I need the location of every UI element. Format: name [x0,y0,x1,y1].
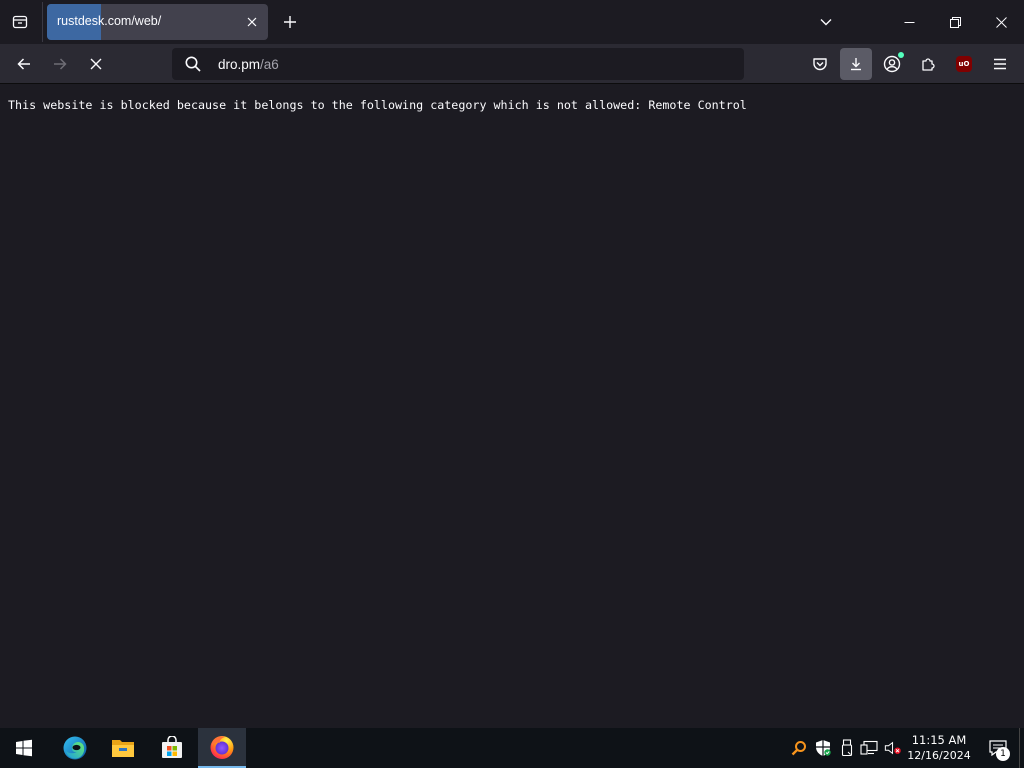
restore-button[interactable] [932,0,978,44]
close-window-button[interactable] [978,0,1024,44]
pocket-icon [813,58,827,71]
search-icon [185,56,201,72]
tray-security-icon[interactable] [814,738,832,758]
stop-loading-button[interactable] [80,48,112,80]
new-tab-button[interactable] [274,6,306,38]
store-icon [162,736,182,758]
download-icon [851,58,861,71]
downloads-button[interactable] [840,48,872,80]
firefox-icon [210,736,234,759]
ublock-icon: uO [956,56,972,72]
stop-icon [90,58,102,70]
windows-logo-icon [16,739,32,757]
chevron-down-icon [820,19,832,26]
hamburger-menu-icon [994,58,1006,70]
plus-icon [284,16,296,28]
notification-count-badge: 1 [996,747,1010,761]
account-icon [883,55,901,73]
extensions-button[interactable] [912,48,944,80]
page-content: This website is blocked because it belon… [0,85,1024,728]
tab-strip: rustdesk.com/web/ [0,0,1024,44]
arrow-left-icon [17,58,30,70]
url-host: dro.pm [218,57,261,72]
taskbar-firefox[interactable] [198,728,246,768]
tab-separator [42,2,43,42]
notification-center-button[interactable]: 1 [978,728,1018,768]
edge-icon [63,736,87,760]
usb-drive-icon [841,739,853,757]
taskbar-clock[interactable]: 11:15 AM 12/16/2024 [906,732,972,764]
clock-date: 12/16/2024 [907,749,971,762]
tray-network-icon[interactable] [860,738,878,758]
taskbar-edge[interactable] [51,728,99,768]
firefox-view-button[interactable] [4,6,36,38]
app-menu-button[interactable] [984,48,1016,80]
close-icon [995,16,1007,28]
tray-search-icon[interactable] [790,738,808,758]
taskbar-file-explorer[interactable] [99,728,147,768]
pocket-button[interactable] [804,48,836,80]
puzzle-icon [922,58,935,71]
forward-button[interactable] [44,48,76,80]
volume-muted-icon [884,741,901,755]
account-notification-dot [898,52,904,58]
arrow-right-icon [54,58,67,70]
magnifier-icon [791,741,806,756]
restore-icon [949,16,961,28]
tray-usb-icon[interactable] [838,738,856,758]
shield-icon [816,740,831,756]
address-bar[interactable]: dro.pm/a6 [172,48,744,80]
taskbar-microsoft-store[interactable] [148,728,196,768]
close-icon [247,17,257,27]
folder-icon [112,740,134,757]
url-text[interactable]: dro.pm/a6 [218,57,279,72]
minimize-icon [904,21,914,23]
tray-volume-icon[interactable] [884,738,902,758]
start-button[interactable] [0,728,48,768]
clock-time: 11:15 AM [911,733,967,747]
ublock-origin-button[interactable]: uO [948,48,980,80]
minimize-button[interactable] [886,0,932,44]
url-path: /a6 [260,57,279,72]
tab-title: rustdesk.com/web/ [57,14,162,28]
account-button[interactable] [876,48,908,80]
network-icon [860,740,878,755]
navigation-toolbar: dro.pm/a6 uO [0,44,1024,84]
tab-active[interactable]: rustdesk.com/web/ [47,4,268,40]
back-button[interactable] [8,48,40,80]
tab-close-button[interactable] [242,12,262,32]
show-desktop-button[interactable] [1019,728,1024,768]
firefox-view-icon [12,15,28,29]
taskbar: 11:15 AM 12/16/2024 1 [0,728,1024,768]
list-all-tabs-button[interactable] [810,6,842,38]
blocked-message: This website is blocked because it belon… [8,98,747,112]
